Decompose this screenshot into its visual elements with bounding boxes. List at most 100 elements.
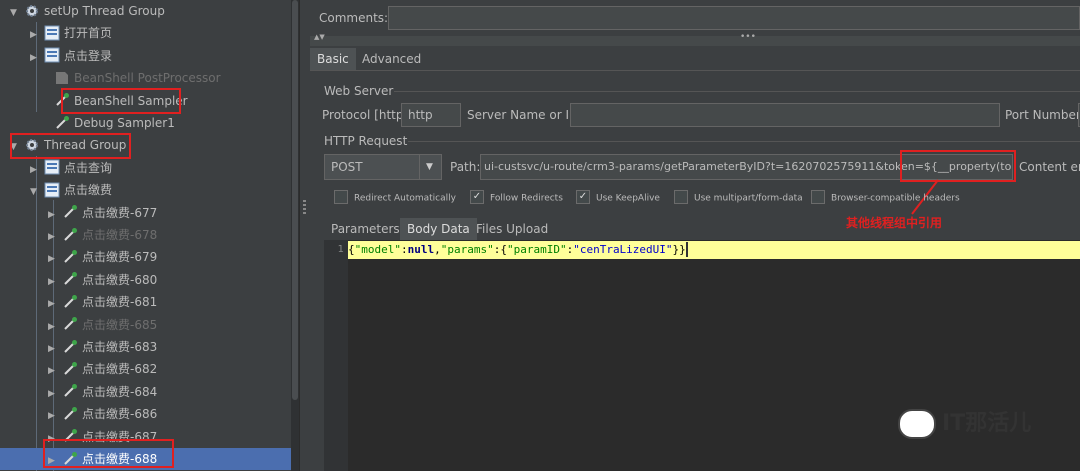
- tree-item[interactable]: ▶ 打开首页: [0, 22, 291, 44]
- collapse-arrow-icon[interactable]: ▶: [48, 405, 58, 427]
- highlight-selected-sampler: [43, 439, 174, 468]
- tree-item[interactable]: ▶ 点击查询: [0, 157, 291, 179]
- comments-label: Comments:: [319, 11, 389, 25]
- tree-scrollbar[interactable]: [291, 0, 299, 471]
- subtab-files-upload[interactable]: Files Upload: [469, 218, 555, 240]
- highlight-beanshell-sampler: [61, 88, 181, 114]
- tree-item-label: 点击缴费-680: [82, 272, 158, 287]
- collapse-arrow-icon[interactable]: ▶: [48, 316, 58, 338]
- pipette-icon: [64, 205, 77, 218]
- checkbox-empty-icon[interactable]: [334, 190, 348, 204]
- subtab-parameters[interactable]: Parameters: [324, 218, 407, 240]
- collapse-arrow-icon[interactable]: ▶: [30, 47, 40, 69]
- tree-item-icon: [62, 406, 82, 421]
- checkbox-label: Follow Redirects: [490, 193, 563, 204]
- checkbox-option[interactable]: ✓ Follow Redirects: [470, 190, 563, 206]
- tree-item[interactable]: ▶ 点击登录: [0, 45, 291, 67]
- checkbox-option[interactable]: ✓ Use KeepAlive: [576, 190, 660, 206]
- collapse-arrows-icon[interactable]: ▲▼: [314, 33, 325, 41]
- tree-item[interactable]: ▶ 点击缴费-686: [0, 403, 291, 425]
- tree-item[interactable]: ▶ 点击缴费-680: [0, 269, 291, 291]
- line-number-gutter: 1: [324, 240, 348, 471]
- collapse-arrow-icon[interactable]: ▶: [48, 226, 58, 248]
- gear-icon: [26, 4, 38, 17]
- tree-item-icon: [62, 249, 82, 264]
- tree-item[interactable]: ▶ 点击缴费-684: [0, 381, 291, 403]
- tab-basic[interactable]: Basic: [310, 48, 356, 70]
- collapse-arrow-icon[interactable]: ▶: [48, 248, 58, 270]
- drag-handle-icon[interactable]: •••: [740, 32, 756, 42]
- tree-item-label: 点击缴费-679: [82, 250, 158, 265]
- collapse-arrow-icon[interactable]: ▶: [48, 204, 58, 226]
- tree-item-icon: [62, 317, 82, 332]
- tree-item-label: 点击查询: [64, 160, 113, 175]
- highlight-thread-group: [10, 133, 131, 159]
- protocol-field[interactable]: http: [401, 103, 461, 127]
- collapse-arrow-icon[interactable]: ▶: [48, 293, 58, 315]
- pipette-icon: [64, 406, 77, 420]
- protocol-label: Protocol [http]:: [322, 108, 413, 122]
- tree-item-label: 打开首页: [64, 26, 113, 41]
- web-server-title: Web Server: [324, 84, 394, 98]
- comments-field[interactable]: [388, 6, 1080, 30]
- http-request-panel: Comments: ▲▼ ••• Basic Advanced Web Serv…: [310, 0, 1080, 471]
- panel-splitter[interactable]: [299, 0, 310, 471]
- tree-item[interactable]: BeanShell PostProcessor: [0, 67, 291, 89]
- splitter-grip-icon: [303, 200, 306, 214]
- collapse-arrow-icon[interactable]: ▶: [48, 271, 58, 293]
- tree-item[interactable]: ▼ setUp Thread Group: [0, 0, 291, 22]
- subtab-body-data[interactable]: Body Data: [400, 218, 477, 240]
- tree-item-icon: [44, 182, 64, 198]
- tree-item-icon: [24, 4, 44, 18]
- controller-icon: [44, 159, 60, 175]
- expand-arrow-icon[interactable]: ▼: [10, 2, 20, 24]
- checkbox-label: Use multipart/form-data: [694, 193, 803, 204]
- tree-item[interactable]: Debug Sampler1: [0, 112, 291, 134]
- body-data-line[interactable]: {"model":null,"params":{"paramID":"cenTr…: [348, 241, 1080, 259]
- expand-arrow-icon[interactable]: ▼: [30, 181, 40, 203]
- collapse-arrow-icon[interactable]: ▶: [48, 383, 58, 405]
- tree-item-label: 点击缴费: [64, 183, 113, 198]
- checkbox-checked-icon[interactable]: ✓: [576, 190, 590, 204]
- path-label: Path:: [450, 160, 481, 174]
- checkbox-option[interactable]: Use multipart/form-data: [674, 190, 803, 206]
- tree-item[interactable]: ▶ 点击缴费-679: [0, 246, 291, 268]
- tree-item[interactable]: ▶ 点击缴费-683: [0, 336, 291, 358]
- checkbox-empty-icon[interactable]: [811, 190, 825, 204]
- method-value: POST: [331, 160, 363, 174]
- tree-item[interactable]: ▶ 点击缴费-682: [0, 358, 291, 380]
- tree-item[interactable]: ▶ 点击缴费-677: [0, 202, 291, 224]
- checkbox-label: Use KeepAlive: [596, 193, 660, 204]
- collapse-arrow-icon[interactable]: ▶: [48, 360, 58, 382]
- tab-advanced[interactable]: Advanced: [355, 48, 428, 70]
- test-plan-tree[interactable]: ▼ setUp Thread Group ▶ 打开首页 ▶ 点击登录 BeanShell P…: [0, 0, 291, 471]
- checkbox-label: Redirect Automatically: [354, 193, 456, 204]
- tree-item[interactable]: ▶ 点击缴费-678: [0, 224, 291, 246]
- server-field[interactable]: [570, 103, 1000, 127]
- http-request-title: HTTP Request: [324, 134, 408, 148]
- scrollbar-thumb[interactable]: [292, 0, 298, 400]
- tree-item[interactable]: ▼ 点击缴费: [0, 179, 291, 201]
- tree-item-label: setUp Thread Group: [44, 4, 165, 18]
- collapse-arrow-icon[interactable]: ▶: [30, 24, 40, 46]
- postprocessor-icon: [56, 71, 68, 84]
- collapse-arrow-icon[interactable]: ▶: [48, 338, 58, 360]
- tree-item-icon: [44, 25, 64, 41]
- pipette-icon: [64, 294, 77, 308]
- collapse-arrow-icon[interactable]: ▶: [30, 159, 40, 181]
- tree-item-icon: [62, 294, 82, 309]
- watermark: IT那活儿: [898, 405, 1031, 439]
- checkbox-option[interactable]: Redirect Automatically: [334, 190, 456, 206]
- chevron-down-icon[interactable]: ▼: [426, 155, 433, 179]
- collapse-bar[interactable]: ▲▼ •••: [310, 32, 1080, 46]
- tree-item-icon: [44, 159, 64, 175]
- checkbox-checked-icon[interactable]: ✓: [470, 190, 484, 204]
- checkbox-empty-icon[interactable]: [674, 190, 688, 204]
- method-select[interactable]: POST ▼: [324, 154, 442, 180]
- pipette-icon: [64, 384, 77, 398]
- tree-item[interactable]: ▶ 点击缴费-681: [0, 291, 291, 313]
- checkbox-option[interactable]: Browser-compatible headers: [811, 190, 960, 206]
- pipette-icon: [64, 249, 77, 263]
- tree-item[interactable]: ▶ 点击缴费-685: [0, 314, 291, 336]
- content-encoding-label: Content enc: [1019, 160, 1080, 174]
